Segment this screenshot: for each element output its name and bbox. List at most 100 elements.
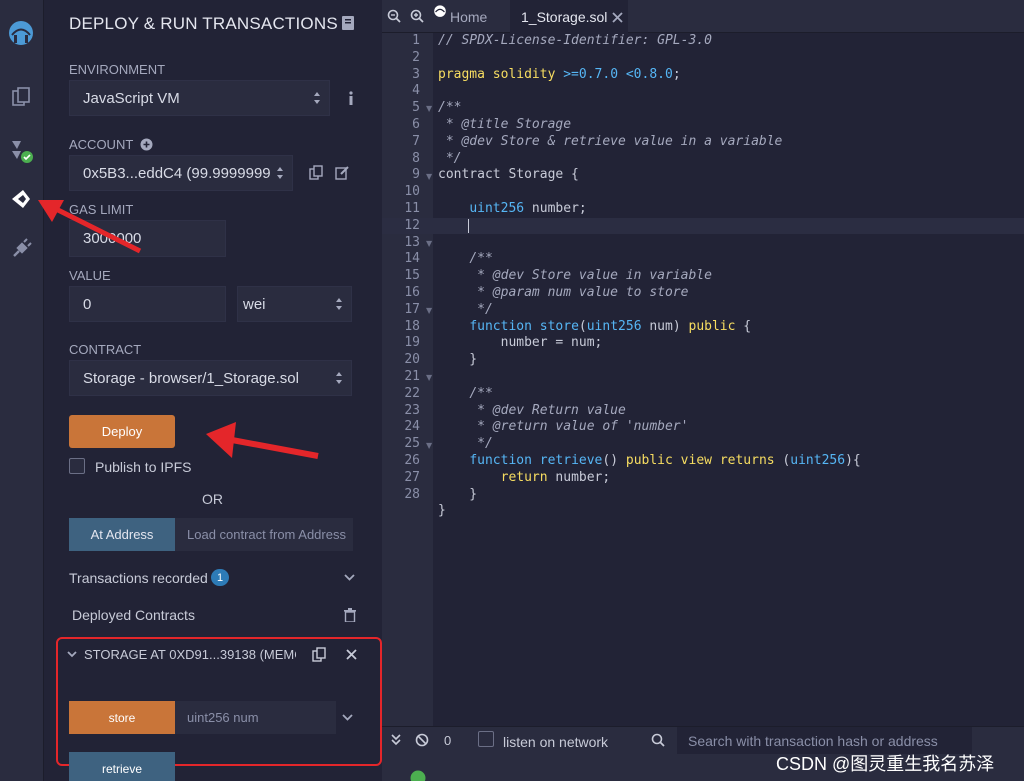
watermark: CSDN @图灵重生我名苏泽 [776, 754, 995, 774]
transactions-recorded-label[interactable]: Transactions recorded [69, 570, 208, 586]
line-number: 17 [404, 301, 420, 317]
value-amount: 0 [83, 295, 92, 313]
plugin-manager-icon[interactable] [6, 234, 36, 264]
at-address-input[interactable]: Load contract from Address [175, 518, 353, 551]
environment-select[interactable]: JavaScript VM [69, 80, 330, 116]
tab-file-label: 1_Storage.sol [521, 8, 608, 25]
edit-icon[interactable] [334, 164, 350, 180]
account-label: ACCOUNT [69, 137, 134, 152]
line-number: 6 [412, 117, 420, 132]
environment-label: ENVIRONMENT [69, 62, 166, 77]
home-icon [432, 4, 448, 20]
zoom-out-icon[interactable] [386, 8, 402, 24]
search-icon [650, 732, 666, 748]
store-function-button[interactable]: store [69, 701, 175, 734]
select-arrows-icon [277, 167, 283, 179]
line-number: 1 [412, 33, 420, 48]
file-explorer-icon[interactable] [6, 82, 36, 112]
line-number: 20 [404, 352, 420, 368]
publish-ipfs-checkbox[interactable] [69, 458, 85, 474]
zoom-in-icon[interactable] [409, 8, 425, 24]
panel-title: DEPLOY & RUN TRANSACTIONS [69, 14, 338, 33]
icon-rail [0, 0, 44, 781]
pending-transactions-count: 0 [444, 733, 452, 748]
deploy-button[interactable]: Deploy [69, 415, 175, 448]
source-code: // SPDX-License-Identifier: GPL-3.0 prag… [438, 33, 861, 519]
or-divider: OR [202, 491, 223, 507]
tab-home-label: Home [450, 8, 488, 25]
clear-console-icon[interactable] [414, 732, 430, 748]
info-icon[interactable] [343, 90, 359, 106]
fold-arrow-icon[interactable]: ▼ [426, 172, 432, 181]
store-argument-input[interactable]: uint256 num [175, 701, 336, 734]
fold-arrow-icon[interactable]: ▼ [426, 104, 432, 113]
line-number: 26 [404, 453, 420, 468]
value-unit-select[interactable]: wei [237, 286, 352, 322]
copy-icon[interactable] [308, 164, 324, 180]
deploy-run-icon[interactable] [6, 184, 36, 214]
trash-icon[interactable] [342, 607, 358, 623]
instance-title[interactable]: STORAGE AT 0XD91...39138 (MEMC [84, 647, 296, 662]
line-number: 24 [404, 419, 420, 435]
line-number: 10 [404, 184, 420, 200]
fold-arrow-icon[interactable]: ▼ [426, 239, 432, 248]
line-number: 4 [412, 83, 420, 99]
line-number: 5 [412, 100, 420, 116]
line-number: 21 [404, 369, 420, 384]
line-number: 13 [404, 234, 420, 250]
listen-network-label: listen on network [503, 734, 609, 750]
line-number: 8 [412, 150, 420, 166]
line-number: 3 [412, 66, 420, 82]
line-number: 12 [404, 217, 420, 233]
chevron-down-icon[interactable] [64, 646, 80, 662]
line-number: 9 [412, 167, 420, 183]
line-number: 7 [412, 133, 420, 149]
line-number: 11 [404, 201, 420, 216]
line-number: 14 [404, 251, 420, 267]
success-check-icon [410, 770, 426, 781]
environment-value: JavaScript VM [83, 89, 180, 107]
line-number: 18 [404, 318, 420, 334]
listen-network-checkbox[interactable] [478, 731, 494, 747]
gas-limit-input[interactable]: 3000000 [69, 220, 226, 257]
transactions-count-badge: 1 [211, 569, 229, 586]
copy-icon[interactable] [311, 646, 327, 662]
contract-label: CONTRACT [69, 342, 142, 357]
contract-select[interactable]: Storage - browser/1_Storage.sol [69, 360, 352, 396]
line-number: 22 [404, 385, 420, 401]
line-number: 23 [404, 402, 420, 418]
select-arrows-icon [314, 92, 320, 104]
close-icon[interactable] [343, 646, 359, 662]
tab-home[interactable]: Home [450, 0, 510, 33]
account-value: 0x5B3...eddC4 (99.9999999 [83, 164, 271, 182]
deployed-contracts-label: Deployed Contracts [72, 607, 195, 623]
account-select[interactable]: 0x5B3...eddC4 (99.9999999 [69, 155, 293, 191]
line-number: 28 [404, 486, 420, 502]
contract-value: Storage - browser/1_Storage.sol [83, 369, 299, 387]
line-number: 15 [404, 268, 420, 284]
fold-arrow-icon[interactable]: ▼ [426, 306, 432, 315]
line-number: 19 [404, 335, 420, 351]
documentation-icon[interactable] [342, 16, 354, 30]
select-arrows-icon [336, 372, 342, 384]
chevron-down-icon[interactable] [341, 569, 357, 585]
retrieve-function-button[interactable]: retrieve [69, 752, 175, 781]
gas-limit-label: GAS LIMIT [69, 202, 134, 217]
fold-arrow-icon[interactable]: ▼ [426, 441, 432, 450]
remix-logo-icon[interactable] [6, 18, 36, 48]
line-number: 27 [404, 469, 420, 485]
value-input[interactable]: 0 [69, 286, 226, 322]
publish-ipfs-label: Publish to IPFS [95, 459, 192, 475]
line-number: 16 [404, 285, 420, 300]
collapse-terminal-icon[interactable] [388, 732, 404, 748]
add-account-icon[interactable] [138, 136, 154, 152]
solidity-compiler-icon[interactable] [6, 136, 36, 166]
line-number: 25 [404, 436, 420, 452]
line-number: 2 [412, 49, 420, 65]
value-unit: wei [243, 295, 266, 313]
at-address-button[interactable]: At Address [69, 518, 175, 551]
chevron-down-icon[interactable] [339, 709, 355, 725]
fold-arrow-icon[interactable]: ▼ [426, 373, 432, 382]
close-tab-icon[interactable] [609, 9, 625, 25]
gas-limit-value: 3000000 [83, 230, 142, 247]
